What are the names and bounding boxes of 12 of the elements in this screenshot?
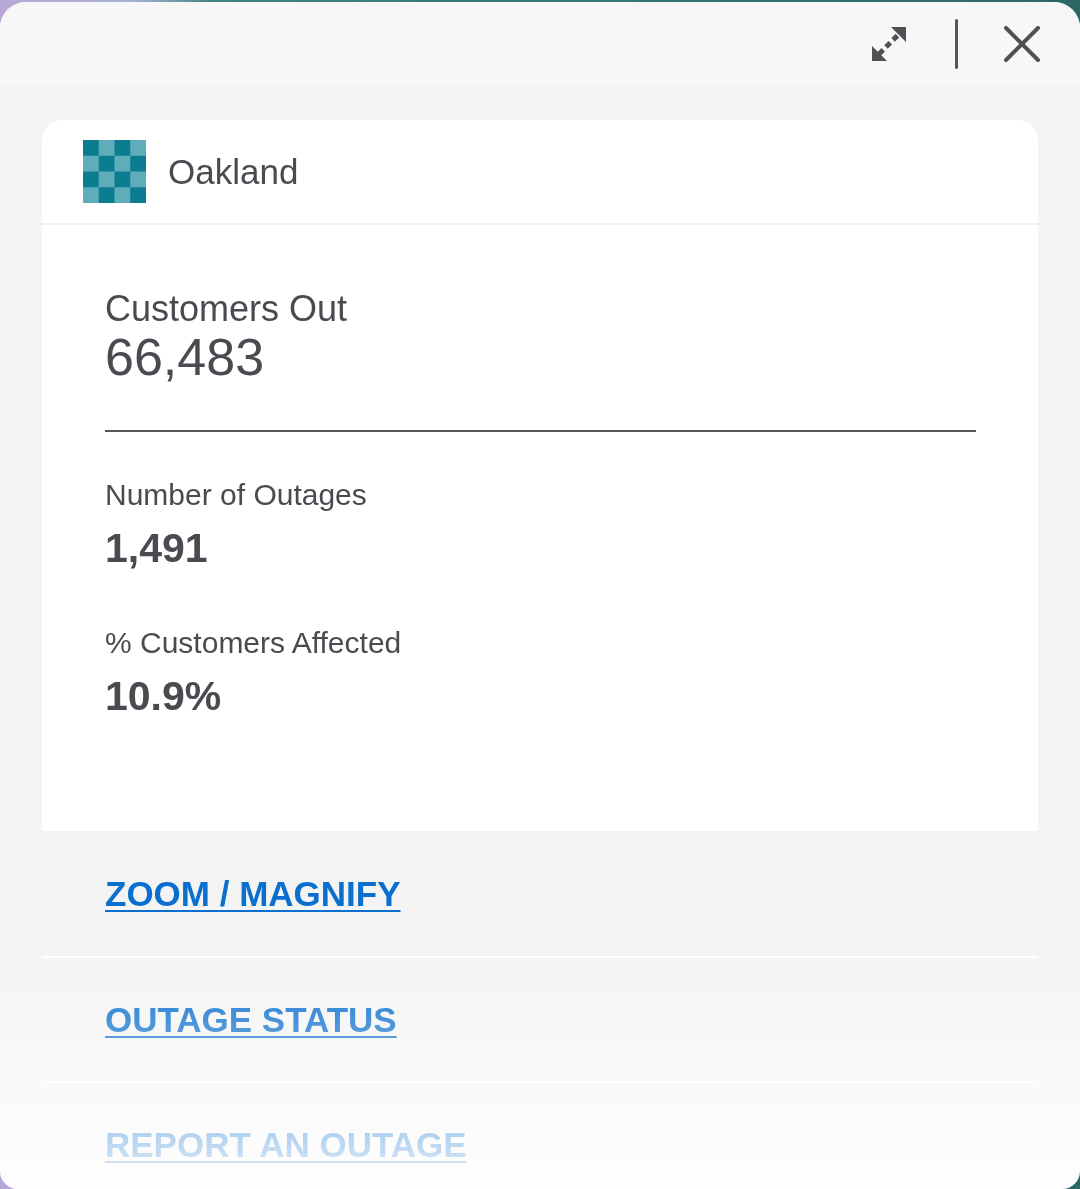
stat-label: Number of Outages: [105, 477, 368, 513]
stat-value: 1,491: [105, 524, 209, 573]
checkerboard-icon: [83, 140, 146, 203]
action-link[interactable]: ZOOM / MAGNIFY: [105, 873, 401, 914]
stat-value: 10.9%: [105, 672, 223, 721]
close-icon: [1004, 25, 1040, 62]
action-link[interactable]: OUTAGE STATUS: [105, 999, 397, 1040]
stat-label: Customers Out: [105, 288, 349, 329]
stat-value: 66,483: [105, 329, 266, 386]
close-button[interactable]: [1004, 25, 1040, 62]
stat-label: % Customers Affected: [105, 625, 403, 661]
region-name: Oakland: [168, 151, 299, 192]
